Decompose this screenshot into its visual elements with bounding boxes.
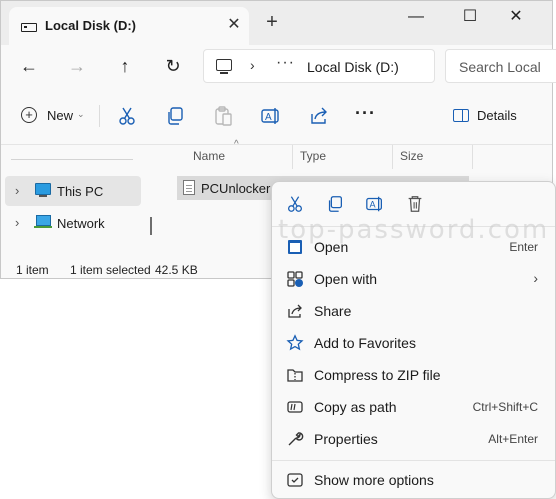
new-tab-button[interactable]: +: [263, 12, 281, 32]
watermark: top-password.com: [278, 215, 550, 245]
rename-icon: A: [366, 196, 382, 212]
refresh-button[interactable]: ↻: [161, 54, 185, 78]
zip-folder-icon: [286, 366, 304, 384]
navigation-bar: ← → ↑ ↻ › ··· Local Disk (D:) Search Loc…: [1, 45, 556, 87]
navigation-pane: › This PC › Network: [1, 145, 157, 255]
rename-button[interactable]: A: [260, 105, 282, 127]
menu-item-shortcut: Ctrl+Shift+C: [472, 400, 538, 414]
status-selected: 1 item selected: [70, 263, 151, 277]
navpane-item-this-pc[interactable]: › This PC: [5, 176, 141, 206]
scissors-icon: [119, 107, 135, 125]
sort-ascending-icon: ^: [234, 139, 239, 150]
menu-item-open-with[interactable]: Open with ›: [280, 265, 550, 293]
menu-item-label: Properties: [314, 431, 378, 447]
tab-title: Local Disk (D:): [45, 18, 137, 33]
trash-icon: [408, 196, 422, 212]
file-icon: [183, 180, 195, 195]
svg-text:A: A: [370, 200, 377, 210]
menu-item-label: Share: [314, 303, 352, 319]
menu-item-add-to-favorites[interactable]: Add to Favorites: [280, 329, 550, 357]
network-icon: [34, 215, 52, 229]
scissors-icon: [288, 196, 302, 212]
menu-item-properties[interactable]: Properties Alt+Enter: [280, 425, 550, 453]
column-header-type[interactable]: Type: [300, 149, 326, 163]
share-button[interactable]: [308, 105, 330, 127]
menu-item-show-more-options[interactable]: Show more options: [280, 466, 550, 494]
search-input[interactable]: Search Local: [445, 49, 556, 83]
column-divider[interactable]: [392, 145, 393, 169]
svg-text:A: A: [265, 112, 272, 123]
status-size: 42.5 KB: [155, 263, 198, 277]
share-icon: [286, 302, 304, 320]
share-icon: [311, 107, 327, 124]
rename-button[interactable]: A: [365, 194, 385, 214]
computer-icon: [35, 183, 51, 197]
navpane-item-network[interactable]: › Network: [5, 208, 141, 238]
wrench-icon: [286, 430, 304, 448]
star-icon: [286, 334, 304, 352]
open-with-icon: [286, 270, 304, 288]
menu-item-label: Compress to ZIP file: [314, 367, 441, 383]
computer-icon[interactable]: [216, 59, 232, 74]
chevron-down-icon: ⌄: [77, 109, 85, 119]
copy-button[interactable]: [325, 194, 345, 214]
menu-item-label: Show more options: [314, 472, 434, 488]
copy-icon: [328, 196, 342, 212]
title-bar: Local Disk (D:) ✕ + — ☐ ✕: [1, 1, 552, 45]
plus-icon: +: [21, 107, 37, 123]
copy-icon: [168, 107, 183, 125]
more-options-icon: [286, 471, 304, 489]
file-name: PCUnlocker: [201, 181, 271, 196]
rename-icon: A: [261, 108, 279, 124]
tab-close-button[interactable]: ✕: [225, 16, 243, 34]
delete-button[interactable]: [405, 194, 425, 214]
more-options-button[interactable]: ···: [355, 103, 376, 124]
up-button[interactable]: ↑: [113, 54, 137, 78]
details-pane-icon: [453, 109, 469, 122]
close-window-button[interactable]: ✕: [501, 7, 531, 27]
menu-item-shortcut: Alt+Enter: [488, 432, 538, 446]
command-bar: + New ⌄ A ··· Details: [1, 87, 552, 145]
navpane-item-label: Network: [57, 216, 105, 231]
column-divider[interactable]: [472, 145, 473, 169]
divider: [99, 105, 100, 127]
copy-button[interactable]: [164, 105, 186, 127]
menu-item-compress-zip[interactable]: Compress to ZIP file: [280, 361, 550, 389]
minimize-button[interactable]: —: [401, 7, 431, 27]
back-button[interactable]: ←: [17, 54, 41, 78]
menu-item-label: Add to Favorites: [314, 335, 416, 351]
breadcrumb-current[interactable]: Local Disk (D:): [307, 59, 399, 75]
cut-button[interactable]: [285, 194, 305, 214]
paste-icon: [215, 106, 232, 126]
menu-item-copy-as-path[interactable]: Copy as path Ctrl+Shift+C: [280, 393, 550, 421]
column-divider[interactable]: [292, 145, 293, 169]
menu-item-label: Copy as path: [314, 399, 397, 415]
column-header-size[interactable]: Size: [400, 149, 423, 163]
menu-item-label: Open with: [314, 271, 378, 287]
divider: [272, 460, 555, 461]
menu-item-share[interactable]: Share: [280, 297, 550, 325]
tab-local-disk[interactable]: Local Disk (D:) ✕: [9, 7, 249, 45]
column-header-name[interactable]: Name: [193, 149, 225, 163]
address-bar[interactable]: › ··· Local Disk (D:): [203, 49, 435, 83]
forward-button[interactable]: →: [65, 54, 89, 78]
breadcrumb-overflow-button[interactable]: ···: [276, 54, 295, 72]
status-item-count: 1 item: [16, 263, 49, 277]
chevron-right-icon[interactable]: ›: [15, 215, 19, 230]
chevron-right-icon[interactable]: ›: [250, 57, 255, 73]
maximize-button[interactable]: ☐: [455, 7, 485, 27]
navpane-item-label: This PC: [57, 184, 104, 199]
details-label: Details: [477, 108, 517, 123]
new-label: New: [47, 108, 74, 123]
divider: [11, 159, 133, 160]
chevron-right-icon: ›: [533, 270, 538, 286]
copy-path-icon: [286, 398, 304, 416]
search-placeholder: Search Local: [459, 59, 541, 75]
paste-button[interactable]: [212, 105, 234, 127]
pane-scrollbar[interactable]: [150, 217, 152, 235]
chevron-right-icon[interactable]: ›: [15, 183, 19, 198]
drive-icon: [21, 23, 37, 32]
cut-button[interactable]: [116, 105, 138, 127]
